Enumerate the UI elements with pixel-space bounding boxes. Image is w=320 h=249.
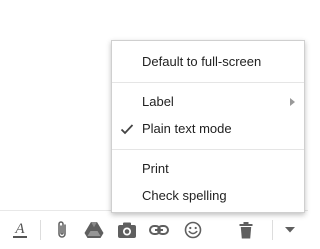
insert-photo-icon[interactable]	[116, 219, 138, 241]
insert-emoji-icon[interactable]	[182, 219, 204, 241]
menu-item-label: Default to full-screen	[142, 54, 262, 69]
formatting-options-icon[interactable]: A	[9, 219, 31, 241]
menu-item-label: Label	[142, 94, 174, 109]
menu-item-label: Plain text mode	[142, 121, 232, 136]
menu-item-check-spelling[interactable]: Check spelling	[112, 183, 304, 209]
submenu-arrow-icon	[290, 98, 295, 106]
attach-file-icon[interactable]	[51, 219, 73, 241]
formatting-glyph: A	[13, 221, 27, 238]
menu-item-print[interactable]: Print	[112, 156, 304, 182]
discard-draft-icon[interactable]	[235, 219, 257, 241]
more-options-menu: Default to full-screen Label Plain text …	[111, 40, 305, 213]
insert-link-icon[interactable]	[148, 219, 170, 241]
menu-item-label-submenu[interactable]: Label	[112, 89, 304, 115]
compose-toolbar: A	[0, 210, 308, 249]
menu-item-label: Check spelling	[142, 188, 227, 203]
toolbar-divider	[272, 220, 273, 240]
menu-divider	[112, 149, 304, 150]
google-drive-icon[interactable]	[83, 219, 105, 241]
menu-item-plain-text-mode[interactable]: Plain text mode	[112, 116, 304, 142]
menu-item-label: Print	[142, 161, 169, 176]
menu-divider	[112, 82, 304, 83]
more-options-icon[interactable]	[279, 219, 301, 241]
toolbar-divider	[40, 220, 41, 240]
menu-item-default-full-screen[interactable]: Default to full-screen	[112, 49, 304, 75]
checkmark-icon	[120, 122, 134, 136]
